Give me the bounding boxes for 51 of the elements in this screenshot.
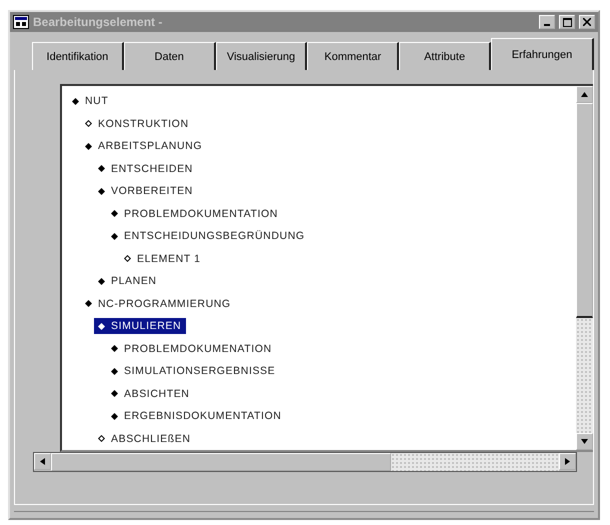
hollow-diamond-icon bbox=[98, 435, 105, 442]
hollow-diamond-icon bbox=[85, 120, 92, 128]
tree-item[interactable]: PLANEN bbox=[94, 273, 162, 290]
tree-item[interactable]: VORBEREITEN bbox=[94, 183, 198, 200]
diamond-icon bbox=[111, 390, 118, 398]
diamond-icon bbox=[72, 98, 79, 105]
close-icon bbox=[583, 18, 591, 26]
up-arrow-icon bbox=[581, 92, 588, 97]
down-arrow-icon bbox=[581, 439, 588, 444]
diamond-icon bbox=[98, 188, 105, 195]
tree-item[interactable]: ARBEITSPLANUNG bbox=[81, 138, 208, 154]
diamond-icon bbox=[98, 278, 105, 285]
tree-item[interactable]: PROBLEMDOKUMENATION bbox=[107, 340, 277, 357]
window-icon bbox=[13, 15, 29, 29]
diamond-icon bbox=[98, 165, 105, 172]
tab[interactable]: Daten bbox=[124, 42, 216, 70]
diamond-icon bbox=[111, 412, 118, 420]
right-arrow-icon bbox=[565, 458, 570, 465]
tree-item[interactable]: SIMULATIONSERGEBNISSE bbox=[107, 363, 280, 380]
tree-item[interactable]: ABSCHLIEßEN bbox=[94, 430, 196, 447]
diamond-icon bbox=[111, 345, 118, 352]
close-button[interactable] bbox=[579, 15, 595, 29]
tree-item[interactable]: ENTSCHEIDEN bbox=[94, 160, 198, 177]
tab[interactable]: Attribute bbox=[399, 42, 491, 70]
maximize-icon bbox=[562, 18, 572, 26]
tree-item[interactable]: ELEMENT 1 bbox=[120, 250, 206, 267]
diamond-icon bbox=[85, 142, 92, 150]
tree-item[interactable]: ERGEBNISDOKUMENTATION bbox=[107, 408, 286, 424]
maximize-button[interactable] bbox=[559, 15, 575, 29]
tab[interactable]: Erfahrungen bbox=[490, 38, 594, 70]
horizontal-scrollbar[interactable] bbox=[33, 452, 577, 472]
tree-item[interactable]: NC-PROGRAMMIERUNG bbox=[81, 296, 236, 312]
window-title: Bearbeitungselement - bbox=[33, 15, 164, 29]
tree-item[interactable]: NUT bbox=[68, 93, 114, 110]
diamond-icon bbox=[111, 232, 118, 240]
tree-item[interactable]: KONSTRUKTION bbox=[81, 116, 194, 132]
diamond-icon bbox=[98, 322, 105, 330]
left-arrow-icon bbox=[40, 458, 45, 465]
diamond-icon bbox=[111, 210, 118, 218]
tree-item[interactable]: ENTSCHEIDUNGSBEGRÜNDUNG bbox=[107, 228, 310, 244]
tree-item[interactable]: ABSICHTEN bbox=[107, 386, 194, 402]
tree-item[interactable]: SIMULIEREN bbox=[94, 318, 186, 334]
tab[interactable]: Visualisierung bbox=[216, 42, 308, 70]
tree-item[interactable]: PROBLEMDOKUMENTATION bbox=[107, 206, 283, 222]
tab[interactable]: Identifikation bbox=[32, 42, 124, 70]
vertical-scrollbar[interactable] bbox=[576, 86, 593, 450]
tab[interactable]: Kommentar bbox=[307, 42, 400, 70]
hollow-diamond-icon bbox=[124, 255, 131, 262]
minimize-button[interactable] bbox=[539, 15, 555, 29]
diamond-icon bbox=[111, 368, 118, 375]
diamond-icon bbox=[85, 300, 92, 308]
